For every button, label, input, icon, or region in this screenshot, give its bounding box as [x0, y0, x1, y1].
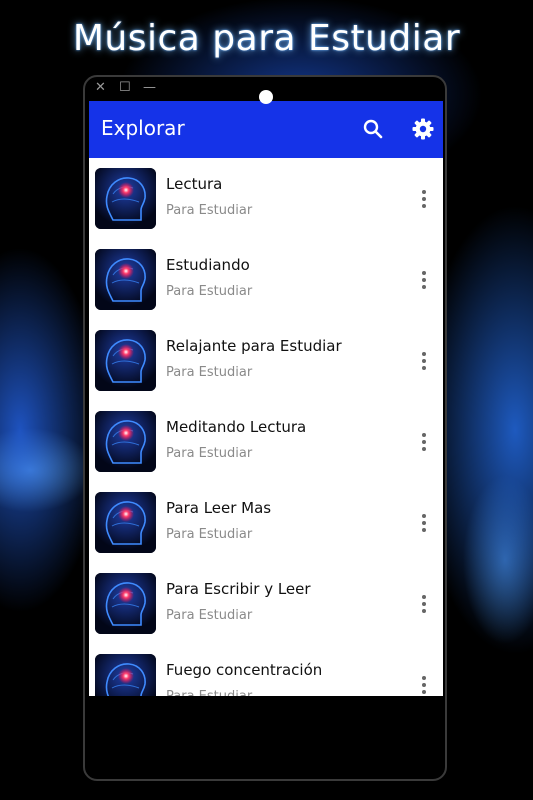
track-thumbnail [95, 249, 156, 310]
track-title: Lectura [166, 175, 223, 193]
list-item[interactable]: Estudiando Para Estudiar [89, 239, 443, 320]
track-subtitle: Para Estudiar [166, 365, 253, 380]
track-subtitle: Para Estudiar [166, 203, 253, 218]
phone-frame: ✕ ☐ — Explorar Lectura Para Estudiar Est… [83, 75, 447, 781]
more-options-icon[interactable] [419, 513, 429, 533]
track-subtitle: Para Estudiar [166, 446, 253, 461]
restore-icon[interactable]: ☐ [119, 81, 131, 95]
camera-dot [259, 90, 273, 104]
track-title: Para Leer Mas [166, 499, 272, 517]
track-subtitle: Para Estudiar [166, 527, 253, 542]
track-subtitle: Para Estudiar [166, 608, 253, 623]
list-item[interactable]: Fuego concentración Para Estudiar [89, 644, 443, 696]
list-item[interactable]: Relajante para Estudiar Para Estudiar [89, 320, 443, 401]
page-title: Música para Estudiar [72, 18, 461, 59]
track-thumbnail [95, 492, 156, 553]
track-thumbnail [95, 330, 156, 391]
track-thumbnail [95, 654, 156, 696]
list-item[interactable]: Meditando Lectura Para Estudiar [89, 401, 443, 482]
more-options-icon[interactable] [419, 189, 429, 209]
close-icon[interactable]: ✕ [95, 81, 106, 95]
track-title: Fuego concentración [166, 661, 323, 679]
track-subtitle: Para Estudiar [166, 284, 253, 299]
track-thumbnail [95, 573, 156, 634]
track-thumbnail [95, 168, 156, 229]
search-icon[interactable] [361, 117, 385, 141]
track-subtitle: Para Estudiar [166, 689, 252, 696]
more-options-icon[interactable] [419, 432, 429, 452]
list-item[interactable]: Para Escribir y Leer Para Estudiar [89, 563, 443, 644]
list-item[interactable]: Lectura Para Estudiar [89, 158, 443, 239]
track-thumbnail [95, 411, 156, 472]
more-options-icon[interactable] [419, 675, 429, 695]
app-bar: Explorar [89, 101, 443, 158]
track-title: Relajante para Estudiar [166, 337, 342, 355]
minimize-icon[interactable]: — [143, 81, 156, 95]
list-item[interactable]: Para Leer Mas Para Estudiar [89, 482, 443, 563]
track-title: Estudiando [166, 256, 250, 274]
appbar-title: Explorar [101, 116, 185, 140]
more-options-icon[interactable] [419, 270, 429, 290]
more-options-icon[interactable] [419, 594, 429, 614]
gear-icon[interactable] [411, 117, 435, 141]
track-title: Meditando Lectura [166, 418, 307, 436]
more-options-icon[interactable] [419, 351, 429, 371]
track-list: Lectura Para Estudiar Estudiando Para Estu… [89, 158, 443, 696]
track-title: Para Escribir y Leer [166, 580, 311, 598]
